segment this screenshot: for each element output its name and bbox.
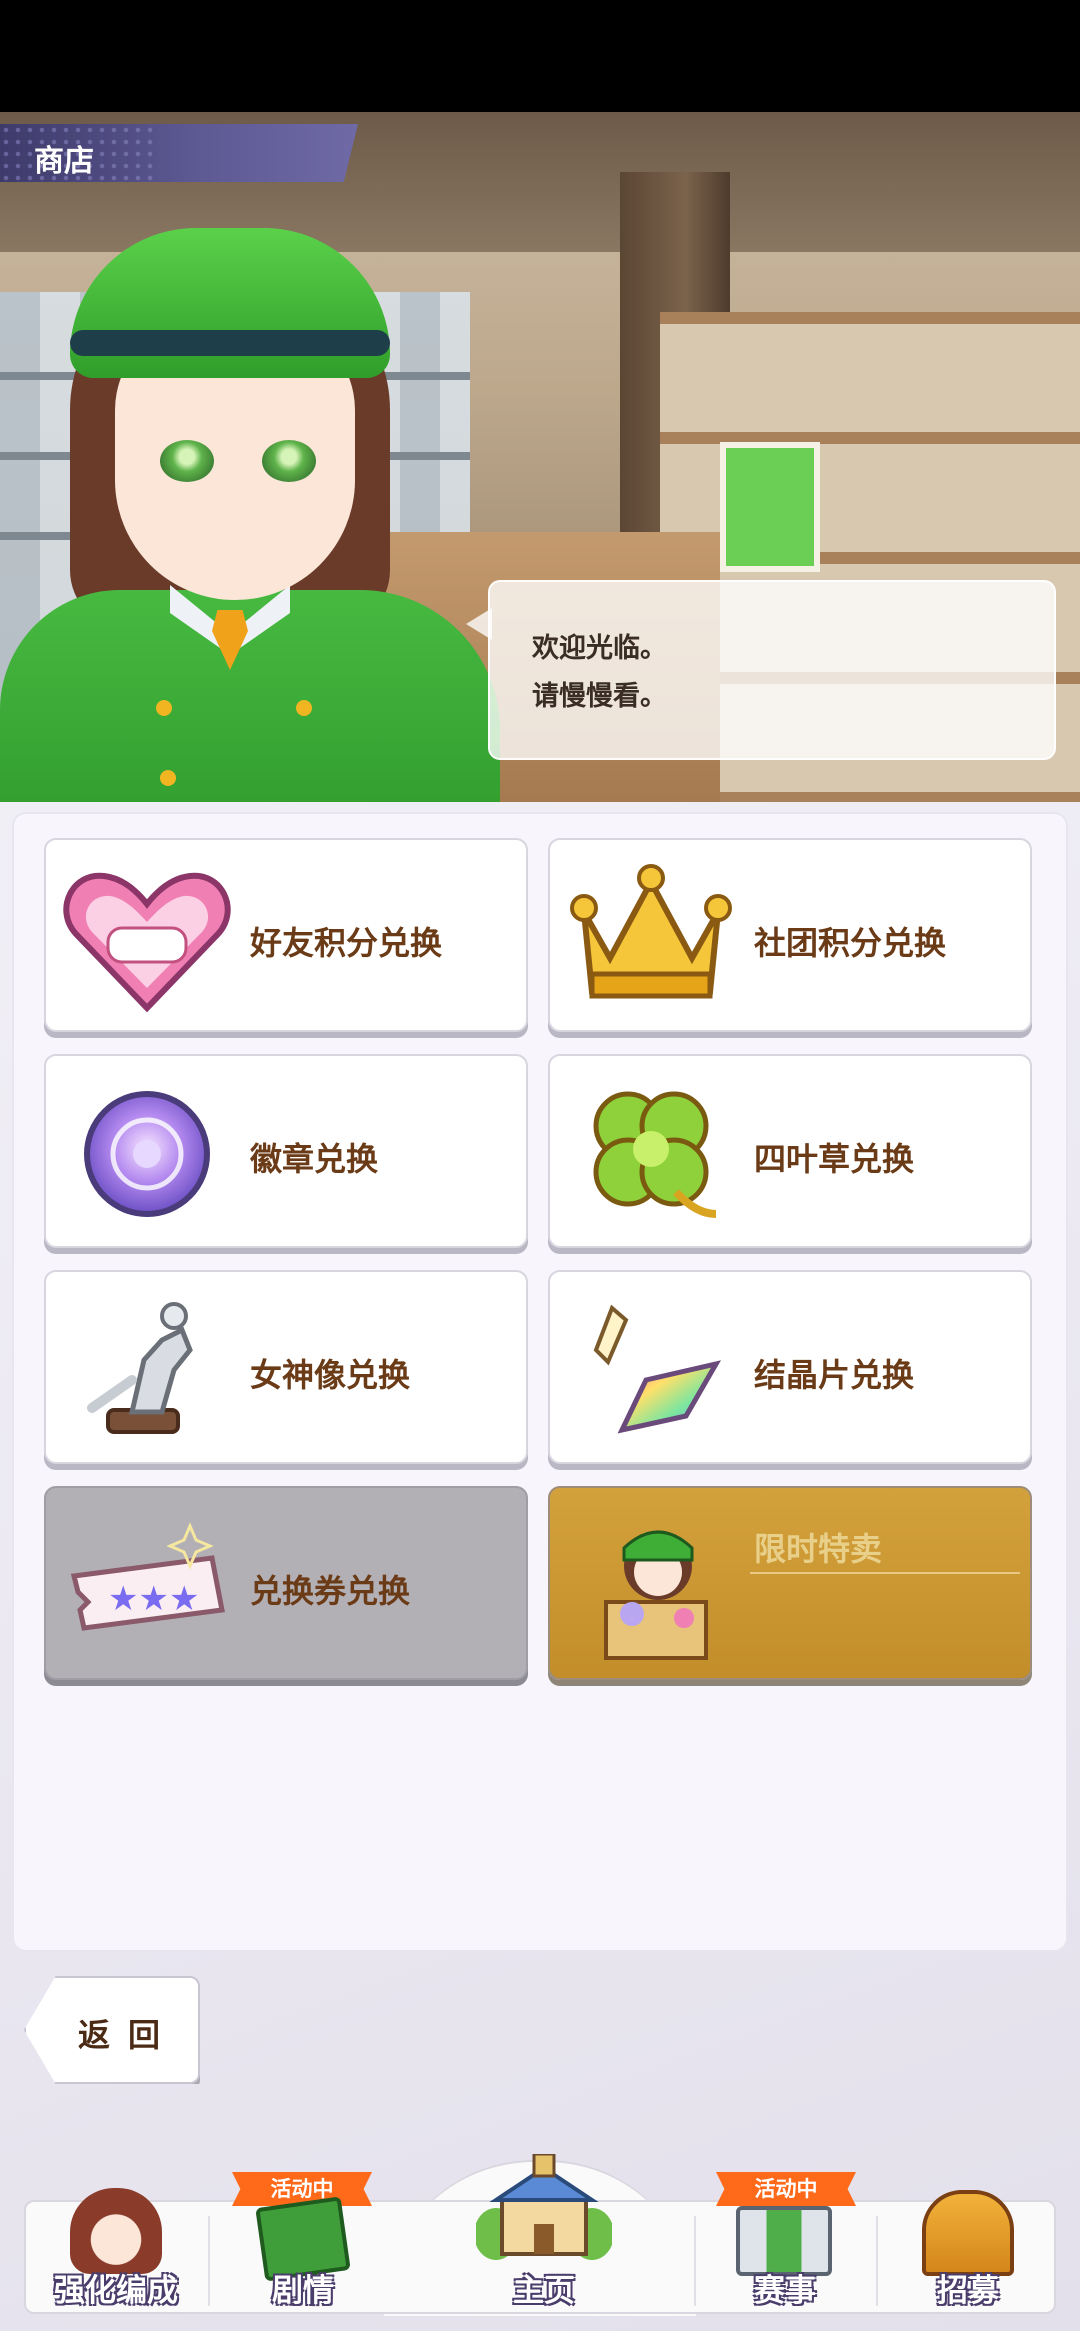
nav-label: 主页 <box>513 2273 575 2309</box>
home-building-icon <box>474 2152 614 2264</box>
badge-exchange-button[interactable]: 徽章兑换 <box>44 1054 528 1248</box>
friend-points-exchange-button[interactable]: 好友积分兑换 <box>44 838 528 1032</box>
event-active-badge: 活动中 <box>716 2172 856 2206</box>
nav-enhance-team[interactable]: 强化编成 <box>26 2188 206 2316</box>
back-button[interactable]: 返回 <box>24 1976 200 2084</box>
bottom-navigation: 强化编成 活动中 剧情 主页 活动中 赛事 招募 <box>24 2152 1058 2316</box>
goddess-statue-icon <box>62 1290 232 1450</box>
nav-label: 强化编成 <box>54 2273 178 2309</box>
coat-button <box>160 770 176 786</box>
crystal-shard-exchange-button[interactable]: 结晶片兑换 <box>548 1270 1032 1464</box>
shopkeeper-character <box>0 120 500 850</box>
card-label: 女神像兑换 <box>250 1356 411 1394</box>
speech-bubble: 欢迎光临。 请慢慢看。 <box>466 580 1056 760</box>
top-black-bar <box>0 0 1080 112</box>
four-leaf-clover-icon <box>566 1074 736 1234</box>
coat-button <box>296 700 312 716</box>
enhance-team-icon <box>70 2188 162 2274</box>
card-label: 好友积分兑换 <box>250 924 443 962</box>
dialog-line-2: 请慢慢看。 <box>532 681 667 712</box>
nav-label: 招募 <box>937 2273 999 2309</box>
club-points-exchange-button[interactable]: 社团积分兑换 <box>548 838 1032 1032</box>
coat-button <box>156 700 172 716</box>
nav-recruit[interactable]: 招募 <box>878 2190 1058 2316</box>
sale-divider <box>750 1572 1020 1574</box>
scene-poster <box>720 442 820 572</box>
limited-sale-icon <box>566 1506 736 1666</box>
clover-exchange-button[interactable]: 四叶草兑换 <box>548 1054 1032 1248</box>
ticket-icon: ★★★ <box>62 1506 232 1666</box>
limited-sale-button[interactable]: 限时特卖 <box>548 1486 1032 1680</box>
nav-races[interactable]: 活动中 赛事 <box>696 2172 874 2316</box>
svg-text:★★★: ★★★ <box>108 1579 199 1619</box>
card-label: 社团积分兑换 <box>754 924 947 962</box>
nav-home[interactable]: 主页 <box>396 2152 692 2316</box>
handshake-heart-icon <box>62 858 232 1018</box>
character-eye <box>160 440 214 482</box>
character-eye <box>262 440 316 482</box>
dialog-line-1: 欢迎光临。 <box>532 633 667 664</box>
card-label: 四叶草兑换 <box>754 1140 915 1178</box>
crown-icon <box>566 858 736 1018</box>
ticket-exchange-button[interactable]: ★★★ 兑换券兑换 <box>44 1486 528 1680</box>
nav-story[interactable]: 活动中 剧情 <box>210 2172 396 2316</box>
card-label: 限时特卖 <box>754 1530 883 1568</box>
nav-label: 剧情 <box>272 2273 334 2309</box>
back-button-label: 返回 <box>78 2016 179 2054</box>
card-label: 结晶片兑换 <box>754 1356 915 1394</box>
goddess-statue-exchange-button[interactable]: 女神像兑换 <box>44 1270 528 1464</box>
nav-label: 赛事 <box>754 2273 816 2309</box>
character-hatband <box>70 330 390 356</box>
crystal-shard-icon <box>566 1290 736 1450</box>
recruit-gate-icon <box>922 2190 1014 2276</box>
page-title-tab: 商店 <box>0 124 358 182</box>
badge-medal-icon <box>62 1074 232 1234</box>
card-label: 徽章兑换 <box>250 1140 379 1178</box>
page-title: 商店 <box>34 144 94 179</box>
card-label: 兑换券兑换 <box>250 1572 411 1610</box>
